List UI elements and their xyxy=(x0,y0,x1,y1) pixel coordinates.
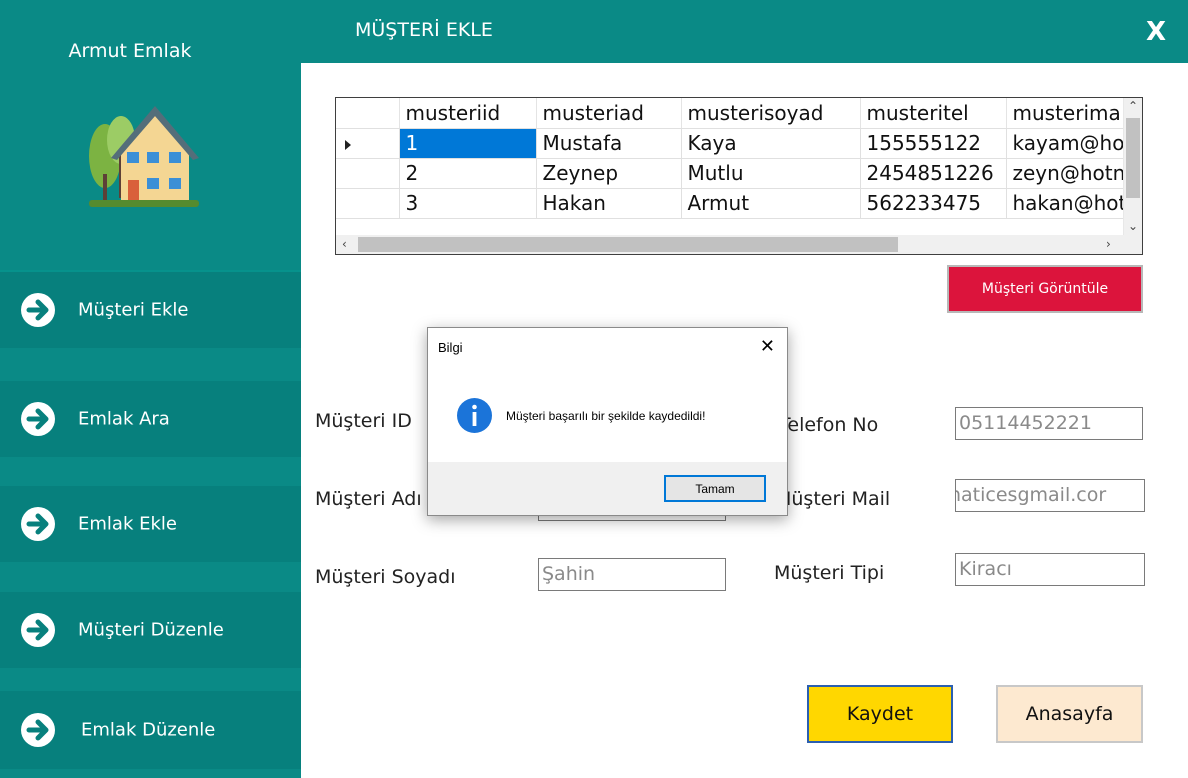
sidebar: Armut Emlak Müşteri Ekle Emlak Ara Emlak… xyxy=(0,0,301,778)
mail-input[interactable]: naticesgmail.cor xyxy=(955,479,1145,512)
customer-name-label: Müşteri Adı xyxy=(315,488,422,510)
customer-id-label: Müşteri ID xyxy=(315,410,412,432)
sidebar-item-label: Emlak Ara xyxy=(78,408,170,430)
mail-input-text: naticesgmail.cor xyxy=(955,484,1107,506)
dialog-title: Bilgi xyxy=(438,340,463,355)
sidebar-item-emlak-ara[interactable]: Emlak Ara xyxy=(0,381,301,457)
customer-type-label: Müşteri Tipi xyxy=(774,562,885,584)
grid-cell[interactable]: 3 xyxy=(399,188,537,219)
sidebar-item-label: Müşteri Ekle xyxy=(78,299,189,321)
grid-cell[interactable]: 2454851226 xyxy=(860,158,1007,189)
grid-cell[interactable]: 155555122 xyxy=(860,128,1007,159)
column-header[interactable]: musteriad xyxy=(536,98,682,129)
phone-label: Telefon No xyxy=(779,414,879,436)
info-dialog: Bilgi ✕ Müşteri başarılı bir şekilde kay… xyxy=(427,327,788,516)
sidebar-item-label: Müşteri Düzenle xyxy=(78,619,224,641)
horizontal-scrollbar[interactable]: ‹ › xyxy=(336,235,1125,254)
grid-cell[interactable]: 562233475 xyxy=(860,188,1007,219)
grid-cell[interactable]: Mustafa xyxy=(536,128,682,159)
grid-cell[interactable]: Hakan xyxy=(536,188,682,219)
row-header[interactable] xyxy=(336,188,400,219)
ok-button[interactable]: Tamam xyxy=(664,475,766,502)
grid-cell[interactable]: Kaya xyxy=(681,128,861,159)
grid-cell[interactable]: 2 xyxy=(399,158,537,189)
arrow-right-circle-icon xyxy=(21,713,55,747)
row-header[interactable] xyxy=(336,158,400,189)
scroll-thumb[interactable] xyxy=(358,237,898,252)
scroll-right-icon[interactable]: › xyxy=(1106,237,1111,251)
arrow-right-circle-icon xyxy=(21,402,55,436)
customer-surname-input[interactable]: Şahin xyxy=(538,558,726,591)
close-button[interactable]: X xyxy=(1146,17,1166,47)
grid-cell[interactable]: zeyn@hotn xyxy=(1006,158,1134,189)
info-icon xyxy=(457,398,492,433)
column-header[interactable]: musterisoyad xyxy=(681,98,861,129)
save-button[interactable]: Kaydet xyxy=(807,685,953,743)
scrollbar-corner xyxy=(1123,235,1142,254)
sidebar-item-musteri-ekle[interactable]: Müşteri Ekle xyxy=(0,272,301,348)
grid-cell[interactable]: Armut xyxy=(681,188,861,219)
column-header[interactable]: musteriid xyxy=(399,98,537,129)
customer-surname-label: Müşteri Soyadı xyxy=(315,566,456,588)
grid-corner-cell xyxy=(336,98,400,129)
grid-cell[interactable]: hakan@hot xyxy=(1006,188,1134,219)
arrow-right-circle-icon xyxy=(21,293,55,327)
customer-data-grid[interactable]: musteriid musteriad musterisoyad musteri… xyxy=(335,97,1143,255)
column-header[interactable]: musterima xyxy=(1006,98,1134,129)
phone-input[interactable]: 05114452221 xyxy=(955,407,1143,440)
scroll-down-icon[interactable]: ⌄ xyxy=(1128,219,1138,233)
dialog-message: Müşteri başarılı bir şekilde kaydedildi! xyxy=(506,409,706,423)
table-row[interactable]: 1 Mustafa Kaya 155555122 kayam@ho xyxy=(336,128,1134,159)
home-button[interactable]: Anasayfa xyxy=(996,685,1143,743)
grid-cell[interactable]: 1 xyxy=(399,128,537,159)
sidebar-item-emlak-duzenle[interactable]: Emlak Düzenle xyxy=(0,691,301,769)
page-title: MÜŞTERİ EKLE xyxy=(355,19,493,41)
column-header[interactable]: musteritel xyxy=(860,98,1007,129)
scroll-up-icon[interactable]: ⌃ xyxy=(1128,99,1138,113)
arrow-right-circle-icon xyxy=(21,507,55,541)
grid-cell[interactable]: kayam@ho xyxy=(1006,128,1134,159)
vertical-scrollbar[interactable]: ⌃ ⌄ xyxy=(1123,98,1142,235)
grid-table: musteriid musteriad musterisoyad musteri… xyxy=(336,98,1134,219)
grid-header-row: musteriid musteriad musterisoyad musteri… xyxy=(336,98,1134,129)
sidebar-item-label: Emlak Ekle xyxy=(78,513,177,535)
table-row[interactable]: 2 Zeynep Mutlu 2454851226 zeyn@hotn xyxy=(336,158,1134,189)
grid-cell[interactable]: Mutlu xyxy=(681,158,861,189)
customer-type-input[interactable]: Kiracı xyxy=(955,553,1145,586)
dialog-footer: Tamam xyxy=(428,462,787,515)
house-logo-icon xyxy=(89,106,199,207)
app-brand: Armut Emlak xyxy=(68,40,192,62)
sidebar-item-musteri-duzenle[interactable]: Müşteri Düzenle xyxy=(0,592,301,668)
arrow-right-circle-icon xyxy=(21,613,55,647)
mail-label: Müşteri Mail xyxy=(775,488,891,510)
header-bar: MÜŞTERİ EKLE X xyxy=(301,0,1188,63)
dialog-close-icon[interactable]: ✕ xyxy=(760,336,775,357)
sidebar-item-label: Emlak Düzenle xyxy=(81,719,216,741)
row-pointer-icon xyxy=(345,140,351,150)
row-header-current[interactable] xyxy=(336,128,400,159)
grid-cell[interactable]: Zeynep xyxy=(536,158,682,189)
scroll-thumb[interactable] xyxy=(1126,118,1140,198)
table-row[interactable]: 3 Hakan Armut 562233475 hakan@hot xyxy=(336,188,1134,219)
sidebar-item-emlak-ekle[interactable]: Emlak Ekle xyxy=(0,486,301,562)
view-customers-button[interactable]: Müşteri Görüntüle xyxy=(947,265,1143,313)
scroll-left-icon[interactable]: ‹ xyxy=(342,237,347,251)
